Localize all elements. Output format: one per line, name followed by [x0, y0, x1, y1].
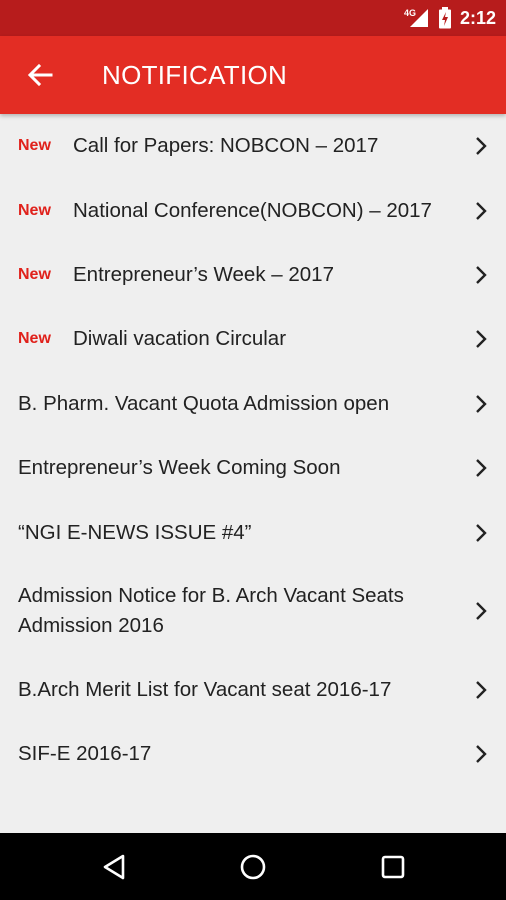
chevron-right-icon — [476, 201, 487, 220]
status-bar: 4G 2:12 — [0, 0, 506, 36]
new-badge: New — [18, 330, 51, 348]
list-item-label: B.Arch Merit List for Vacant seat 2016-1… — [18, 677, 392, 701]
chevron-right-icon — [476, 394, 487, 413]
list-item[interactable]: Admission Notice for B. Arch Vacant Seat… — [0, 565, 506, 658]
list-item[interactable]: “NGI E-NEWS ISSUE #4” — [0, 500, 506, 564]
app-bar: NOTIFICATION — [0, 36, 506, 114]
new-badge: New — [18, 137, 51, 155]
network-type-label: 4G — [404, 8, 416, 18]
back-triangle-icon — [103, 854, 125, 880]
list-item-label: Call for Papers: NOBCON – 2017 — [73, 134, 379, 158]
notification-list: New Call for Papers: NOBCON – 2017 New N… — [0, 114, 506, 787]
chevron-right-icon — [476, 137, 487, 156]
battery-icon — [438, 7, 452, 29]
arrow-back-icon — [27, 63, 53, 87]
recents-square-icon — [381, 855, 405, 879]
chevron-right-icon — [476, 459, 487, 477]
list-item-label: National Conference(NOBCON) – 2017 — [73, 198, 432, 222]
list-item[interactable]: SIF-E 2016-17 — [0, 722, 506, 786]
list-item-label: Entrepreneur’s Week – 2017 — [73, 262, 334, 286]
home-circle-icon — [240, 854, 266, 880]
list-item[interactable]: B. Pharm. Vacant Quota Admission open — [0, 372, 506, 436]
new-badge: New — [18, 201, 51, 219]
list-item[interactable]: New Entrepreneur’s Week – 2017 — [0, 243, 506, 307]
list-item-label: Entrepreneur’s Week Coming Soon — [18, 456, 341, 480]
chevron-right-icon — [476, 266, 487, 284]
nav-recents-button[interactable] — [375, 849, 411, 885]
list-item-label: Admission Notice for B. Arch Vacant Seat… — [18, 584, 404, 638]
status-icons: 4G 2:12 — [404, 0, 496, 36]
system-nav-bar — [0, 833, 506, 900]
chevron-right-icon — [476, 330, 487, 349]
list-item[interactable]: New Call for Papers: NOBCON – 2017 — [0, 114, 506, 178]
list-item[interactable]: B.Arch Merit List for Vacant seat 2016-1… — [0, 658, 506, 722]
chevron-right-icon — [476, 745, 487, 764]
back-button[interactable] — [20, 55, 60, 95]
new-badge: New — [18, 265, 51, 283]
list-item[interactable]: New Diwali vacation Circular — [0, 307, 506, 371]
list-item[interactable]: Entrepreneur’s Week Coming Soon — [0, 436, 506, 500]
nav-back-button[interactable] — [96, 849, 132, 885]
list-item-label: “NGI E-NEWS ISSUE #4” — [18, 520, 252, 544]
list-item[interactable]: New National Conference(NOBCON) – 2017 — [0, 178, 506, 242]
nav-home-button[interactable] — [235, 849, 271, 885]
signal-icon: 4G — [404, 7, 430, 29]
chevron-right-icon — [476, 523, 487, 542]
chevron-right-icon — [476, 681, 487, 699]
status-time: 2:12 — [459, 7, 496, 28]
list-item-label: Diwali vacation Circular — [73, 327, 287, 351]
list-item-label: B. Pharm. Vacant Quota Admission open — [18, 391, 390, 415]
chevron-right-icon — [476, 602, 487, 621]
list-item-label: SIF-E 2016-17 — [18, 742, 152, 766]
page-title: NOTIFICATION — [102, 60, 288, 90]
